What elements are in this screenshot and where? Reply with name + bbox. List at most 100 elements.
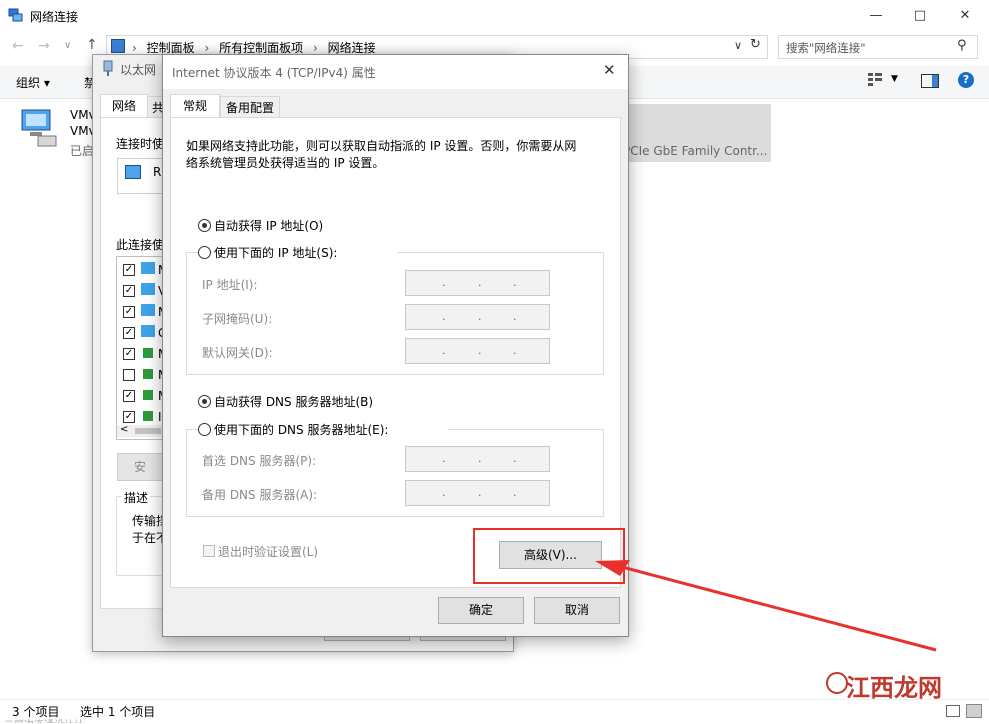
manual-dns-label[interactable]: 使用下面的 DNS 服务器地址(E):	[212, 421, 449, 438]
close-window-button[interactable]: ✕	[955, 6, 975, 26]
validate-label: 退出时验证设置(L)	[218, 545, 319, 559]
ip-address-label: IP 地址(I):	[202, 278, 258, 292]
connect-using-label: 连接时使	[116, 137, 165, 151]
gateway-label: 默认网关(D):	[202, 346, 273, 360]
octet-separator: .	[478, 486, 482, 499]
component-label: I	[158, 410, 162, 424]
scroll-left-icon[interactable]: <	[120, 424, 128, 435]
validate-checkbox	[203, 545, 215, 557]
search-placeholder: 搜索"网络连接"	[786, 41, 866, 55]
ip-address-field: ...	[405, 270, 550, 296]
auto-dns-label[interactable]: 自动获得 DNS 服务器地址(B)	[214, 393, 373, 410]
tab-general[interactable]: 常规	[170, 94, 220, 119]
red-arrow-annotation	[580, 540, 940, 660]
octet-separator: .	[513, 344, 517, 357]
horizontal-scrollbar[interactable]: <	[117, 424, 163, 437]
adapter-driver: PCIe GbE Family Contr...	[623, 144, 768, 158]
component-icon	[141, 304, 155, 316]
octet-separator: .	[478, 276, 482, 289]
component-icon	[141, 325, 155, 337]
tab-network[interactable]: 网络	[100, 94, 148, 119]
ipv4-dialog-title: Internet 协议版本 4 (TCP/IPv4) 属性	[172, 66, 376, 80]
window-title: 网络连接	[30, 10, 79, 24]
preview-pane-icon[interactable]	[921, 74, 939, 88]
component-icon	[143, 411, 153, 421]
watermark-text: 江西龙网	[846, 674, 942, 702]
octet-separator: .	[442, 344, 446, 357]
auto-ip-radio[interactable]	[198, 219, 211, 232]
adapter-field-label: R	[153, 165, 162, 179]
alternate-dns-field: ...	[405, 480, 550, 506]
component-checkbox[interactable]: ✓	[123, 411, 135, 423]
octet-separator: .	[442, 276, 446, 289]
large-icons-view-icon[interactable]	[966, 704, 982, 718]
auto-ip-label[interactable]: 自动获得 IP 地址(O)	[214, 217, 323, 234]
up-arrow-icon[interactable]: ↑	[86, 37, 98, 53]
ok-button[interactable]: 确定	[438, 597, 524, 624]
items-label: 此连接使	[116, 238, 165, 252]
component-icon	[143, 390, 153, 400]
manual-ip-radio[interactable]	[198, 246, 211, 259]
ethernet-dialog-title: 以太网	[120, 63, 157, 77]
maximize-button[interactable]: □	[910, 6, 930, 26]
preferred-dns-field: ...	[405, 446, 550, 472]
watermark-logo	[826, 672, 848, 694]
component-checkbox[interactable]: ✓	[123, 390, 135, 402]
minimize-button[interactable]: —	[866, 6, 886, 26]
control-panel-icon	[111, 39, 125, 53]
octet-separator: .	[442, 486, 446, 499]
view-options-icon[interactable]	[868, 72, 882, 86]
cut-text: 二层次连通设计计	[4, 716, 84, 723]
alternate-dns-label: 备用 DNS 服务器(A):	[202, 488, 318, 502]
address-dropdown-icon[interactable]: ∨	[734, 39, 742, 52]
forward-arrow-icon[interactable]: →	[38, 38, 50, 54]
help-icon[interactable]: ?	[958, 72, 974, 88]
octet-separator: .	[513, 276, 517, 289]
network-adapter-icon[interactable]	[18, 106, 62, 150]
octet-separator: .	[478, 452, 482, 465]
breadcrumb-item[interactable]: 网络连接	[328, 41, 376, 55]
ethernet-icon	[103, 60, 113, 76]
octet-separator: .	[513, 486, 517, 499]
component-checkbox[interactable]: ✓	[123, 264, 135, 276]
adapter-field-icon	[125, 165, 141, 179]
manual-ip-label[interactable]: 使用下面的 IP 地址(S):	[212, 244, 398, 261]
octet-separator: .	[513, 310, 517, 323]
breadcrumb-item[interactable]: 所有控制面板项	[219, 41, 303, 55]
octet-separator: .	[513, 452, 517, 465]
install-button[interactable]: 安	[117, 453, 163, 481]
component-checkbox[interactable]: ✓	[123, 306, 135, 318]
component-icon	[143, 348, 153, 358]
tab-alternate-config[interactable]: 备用配置	[220, 96, 280, 119]
preferred-dns-label: 首选 DNS 服务器(P):	[202, 454, 317, 468]
intro-text: 络系统管理员处获得适当的 IP 设置。	[186, 156, 385, 170]
refresh-icon[interactable]: ↻	[750, 37, 761, 52]
back-arrow-icon[interactable]: ←	[12, 38, 24, 54]
details-view-icon[interactable]	[946, 705, 960, 717]
component-checkbox[interactable]: ✓	[123, 327, 135, 339]
subnet-mask-field: ...	[405, 304, 550, 330]
octet-separator: .	[442, 452, 446, 465]
subnet-mask-label: 子网掩码(U):	[202, 312, 273, 326]
network-folder-icon	[8, 8, 23, 22]
manual-dns-radio[interactable]	[198, 423, 211, 436]
explorer-titlebar	[0, 0, 989, 32]
component-checkbox[interactable]	[123, 369, 135, 381]
component-icon	[143, 369, 153, 379]
adapter-status: 已启	[70, 144, 95, 158]
search-icon[interactable]: ⚲	[957, 38, 967, 53]
gateway-field: ...	[405, 338, 550, 364]
auto-dns-radio[interactable]	[198, 395, 211, 408]
component-checkbox[interactable]: ✓	[123, 285, 135, 297]
component-checkbox[interactable]: ✓	[123, 348, 135, 360]
breadcrumb-item[interactable]: 控制面板	[147, 41, 195, 55]
octet-separator: .	[442, 310, 446, 323]
close-icon[interactable]: ✕	[603, 61, 616, 79]
recent-chevron-icon[interactable]: ∨	[64, 40, 71, 51]
description-label: 描述	[122, 489, 151, 506]
octet-separator: .	[478, 310, 482, 323]
intro-text: 如果网络支持此功能，则可以获取自动指派的 IP 设置。否则，你需要从网	[186, 139, 577, 153]
organize-menu[interactable]: 组织 ▾	[16, 74, 50, 91]
octet-separator: .	[478, 344, 482, 357]
view-dropdown-icon[interactable]: ▼	[891, 74, 898, 84]
